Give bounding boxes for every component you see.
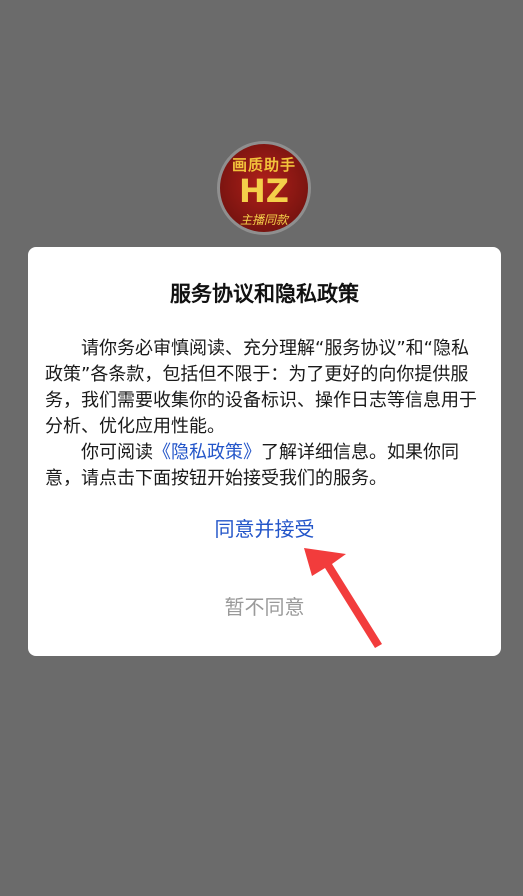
disagree-button[interactable]: 暂不同意 (28, 591, 501, 620)
paragraph-2-prefix: 你可阅读 (81, 442, 153, 463)
privacy-policy-link[interactable]: 《隐私政策》 (153, 442, 261, 463)
arrow-shape (304, 548, 382, 648)
privacy-dialog: 服务协议和隐私政策 请你务必审慎阅读、充分理解“服务协议”和“隐私政策”各条款，… (28, 247, 501, 656)
app-logo: 画质助手 HZ 主播同款 (217, 141, 311, 235)
logo-bottom-text: 主播同款 (239, 213, 288, 227)
dialog-body: 请你务必审慎阅读、充分理解“服务协议”和“隐私政策”各条款，包括但不限于：为了更… (45, 336, 484, 492)
dialog-paragraph-1: 请你务必审慎阅读、充分理解“服务协议”和“隐私政策”各条款，包括但不限于：为了更… (45, 338, 477, 437)
arrow-indicator (304, 548, 382, 648)
dialog-title: 服务协议和隐私政策 (170, 282, 359, 306)
agree-button[interactable]: 同意并接受 (28, 513, 501, 542)
dialog-paragraph-2: 你可阅读《隐私政策》了解详细信息。如果你同意，请点击下面按钮开始接受我们的服务。 (45, 440, 484, 492)
logo-main-text: HZ (239, 172, 289, 210)
